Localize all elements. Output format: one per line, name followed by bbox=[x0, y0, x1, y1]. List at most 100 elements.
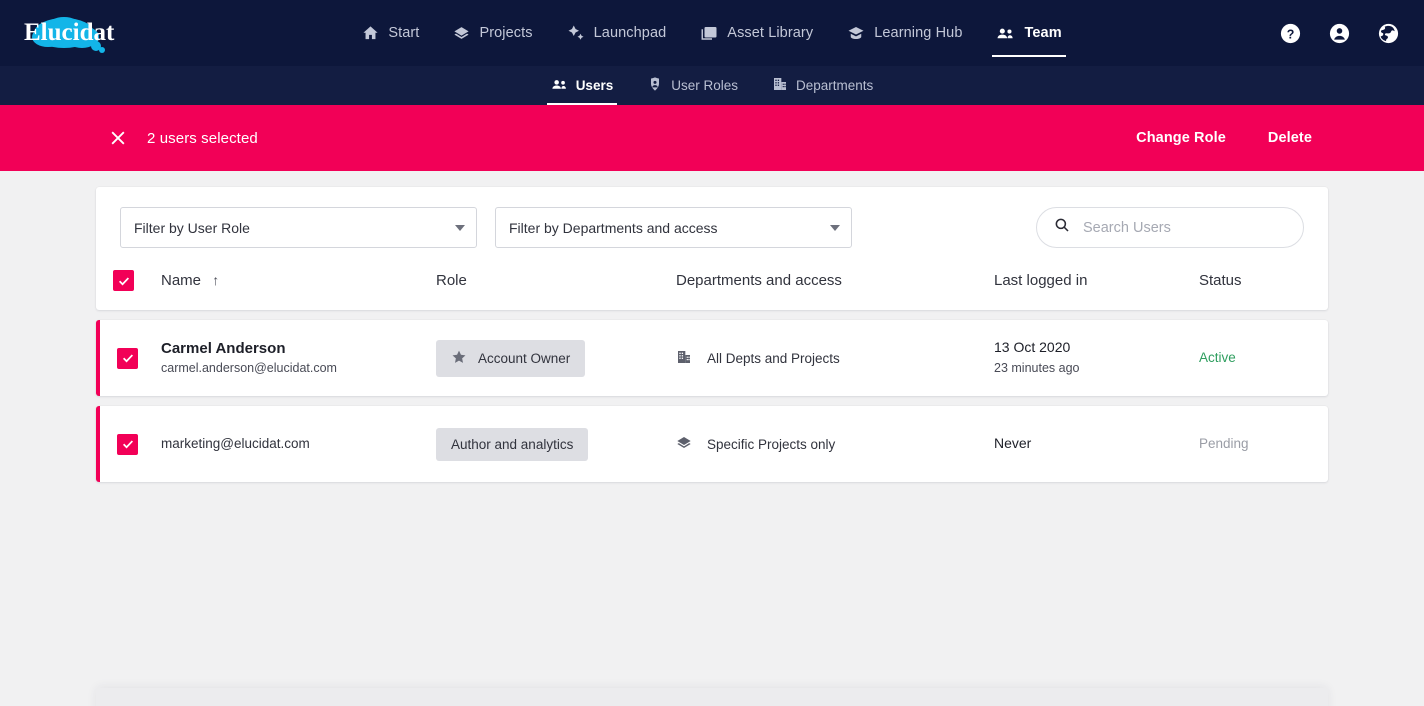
nav-item-learning-hub-label: Learning Hub bbox=[874, 25, 963, 41]
subnav-item-users[interactable]: Users bbox=[539, 66, 626, 105]
chevron-down-icon bbox=[455, 224, 465, 231]
row-last-logged-in-cell: 13 Oct 2020 23 minutes ago bbox=[994, 320, 1199, 396]
layers-icon bbox=[453, 25, 470, 42]
table-row[interactable]: marketing@elucidat.com Author and analyt… bbox=[96, 406, 1328, 482]
row-select-cell bbox=[100, 406, 161, 482]
row-user-email: marketing@elucidat.com bbox=[161, 435, 310, 451]
top-navigation-bar: Elucidat Start Projects Launchpad Asset … bbox=[0, 0, 1424, 66]
search-icon bbox=[1053, 216, 1071, 239]
column-header-name-label: Name bbox=[161, 272, 202, 289]
nav-item-learning-hub[interactable]: Learning Hub bbox=[833, 0, 976, 66]
row-last-logged-in-cell: Never bbox=[994, 406, 1199, 482]
selection-action-bar: 2 users selected Change Role Delete bbox=[0, 105, 1424, 171]
building-icon bbox=[772, 76, 788, 95]
search-input[interactable] bbox=[1083, 219, 1287, 236]
row-departments-label: Specific Projects only bbox=[707, 436, 836, 452]
status-badge: Active bbox=[1199, 350, 1236, 365]
filters-row: Filter by User Role Filter by Department… bbox=[96, 207, 1328, 248]
change-role-button[interactable]: Change Role bbox=[1136, 130, 1226, 146]
people-icon bbox=[996, 24, 1015, 43]
top-right-icons: ? bbox=[1279, 0, 1400, 66]
role-badge-author-and-analytics[interactable]: Author and analytics bbox=[436, 427, 589, 461]
row-last-logged-in-relative: 23 minutes ago bbox=[994, 360, 1080, 375]
svg-text:Elucidat: Elucidat bbox=[24, 19, 115, 46]
role-badge-account-owner[interactable]: Account Owner bbox=[436, 339, 586, 377]
row-select-cell bbox=[100, 320, 161, 396]
row-role-cell: Author and analytics bbox=[436, 406, 676, 482]
row-departments-label: All Depts and Projects bbox=[707, 350, 840, 366]
users-page: Filter by User Role Filter by Department… bbox=[0, 171, 1424, 706]
row-checkbox[interactable] bbox=[117, 433, 138, 455]
nav-item-start[interactable]: Start bbox=[348, 0, 433, 66]
nav-item-start-label: Start bbox=[388, 25, 420, 41]
row-departments-cell: Specific Projects only bbox=[676, 406, 994, 482]
chevron-down-icon bbox=[830, 224, 840, 231]
search-users-box[interactable] bbox=[1036, 207, 1304, 248]
nav-item-projects[interactable]: Projects bbox=[439, 0, 546, 66]
main-nav-items: Start Projects Launchpad Asset Library L… bbox=[0, 0, 1424, 66]
row-role-cell: Account Owner bbox=[436, 320, 676, 396]
row-user-name: Carmel Anderson bbox=[161, 339, 286, 357]
users-table-head: Name ↑ Role Departments and access Last … bbox=[96, 248, 1328, 310]
graduation-icon bbox=[847, 24, 865, 42]
sparkle-icon bbox=[567, 24, 585, 42]
role-badge-label: Author and analytics bbox=[451, 436, 574, 452]
row-status-cell: Active bbox=[1199, 320, 1328, 396]
row-departments-cell: All Depts and Projects bbox=[676, 320, 994, 396]
help-icon[interactable]: ? bbox=[1279, 22, 1302, 45]
subnav-item-departments-label: Departments bbox=[796, 78, 874, 93]
nav-item-launchpad-label: Launchpad bbox=[593, 25, 667, 41]
select-all-checkbox[interactable] bbox=[113, 270, 134, 291]
close-icon[interactable] bbox=[108, 128, 128, 148]
select-all-cell bbox=[96, 248, 161, 310]
table-header-row: Name ↑ Role Departments and access Last … bbox=[96, 248, 1328, 310]
subnav-item-departments[interactable]: Departments bbox=[760, 66, 885, 105]
filter-user-role-label: Filter by User Role bbox=[134, 219, 250, 236]
filter-departments-label: Filter by Departments and access bbox=[509, 219, 718, 236]
bottom-partial-panel bbox=[96, 688, 1328, 706]
nav-item-launchpad[interactable]: Launchpad bbox=[553, 0, 681, 66]
subnav-item-user-roles[interactable]: User Roles bbox=[635, 66, 750, 105]
column-header-status[interactable]: Status bbox=[1199, 248, 1328, 310]
elucidat-logo[interactable]: Elucidat bbox=[20, 13, 130, 53]
team-sub-navigation: Users User Roles Departments bbox=[0, 66, 1424, 105]
role-badge-label: Account Owner bbox=[478, 350, 571, 366]
nav-item-team-label: Team bbox=[1024, 25, 1062, 41]
users-table-rows: Carmel Anderson carmel.anderson@elucidat… bbox=[96, 320, 1328, 482]
table-row[interactable]: Carmel Anderson carmel.anderson@elucidat… bbox=[96, 320, 1328, 396]
sort-ascending-icon: ↑ bbox=[212, 272, 220, 288]
users-table-header-card: Filter by User Role Filter by Department… bbox=[96, 187, 1328, 310]
subnav-item-users-label: Users bbox=[575, 78, 614, 93]
row-last-logged-in-date: Never bbox=[994, 435, 1032, 452]
status-badge: Pending bbox=[1199, 436, 1249, 451]
account-icon[interactable] bbox=[1328, 22, 1351, 45]
image-icon bbox=[700, 24, 718, 42]
column-header-role[interactable]: Role bbox=[436, 248, 676, 310]
star-icon bbox=[451, 349, 467, 368]
row-user-cell: marketing@elucidat.com bbox=[161, 406, 436, 482]
selected-count-label: 2 users selected bbox=[147, 129, 258, 147]
filter-departments-select[interactable]: Filter by Departments and access bbox=[495, 207, 852, 248]
shield-person-icon bbox=[647, 76, 663, 95]
nav-item-asset-library-label: Asset Library bbox=[727, 25, 814, 41]
delete-button[interactable]: Delete bbox=[1268, 130, 1312, 146]
column-header-last-logged-in[interactable]: Last logged in bbox=[994, 248, 1199, 310]
layers-icon bbox=[676, 435, 692, 454]
nav-item-asset-library[interactable]: Asset Library bbox=[686, 0, 827, 66]
selection-bar-left: 2 users selected bbox=[108, 128, 258, 148]
row-user-email: carmel.anderson@elucidat.com bbox=[161, 360, 337, 375]
row-user-cell: Carmel Anderson carmel.anderson@elucidat… bbox=[161, 320, 436, 396]
row-checkbox[interactable] bbox=[117, 347, 138, 369]
nav-item-team[interactable]: Team bbox=[982, 0, 1075, 66]
filter-user-role-select[interactable]: Filter by User Role bbox=[120, 207, 477, 248]
subnav-item-user-roles-label: User Roles bbox=[671, 78, 738, 93]
nav-item-projects-label: Projects bbox=[479, 25, 533, 41]
selection-bar-actions: Change Role Delete bbox=[1136, 130, 1312, 146]
svg-text:?: ? bbox=[1287, 27, 1295, 41]
column-header-name[interactable]: Name ↑ bbox=[161, 248, 436, 310]
row-last-logged-in-date: 13 Oct 2020 bbox=[994, 339, 1071, 356]
row-status-cell: Pending bbox=[1199, 406, 1328, 482]
column-header-departments[interactable]: Departments and access bbox=[676, 248, 994, 310]
globe-icon[interactable] bbox=[1377, 22, 1400, 45]
people-icon bbox=[551, 76, 568, 96]
